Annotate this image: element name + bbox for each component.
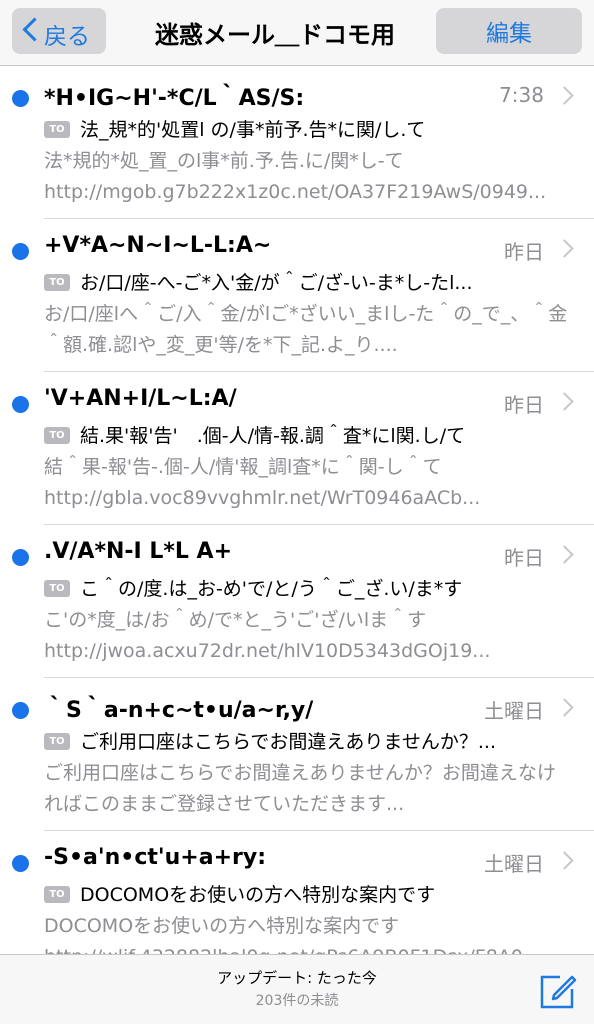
to-badge: TO	[44, 733, 70, 750]
unread-dot-icon	[12, 396, 29, 413]
message-row[interactable]: +V*A~N~I~L-L:A~ 昨日 TO お/口/座-へ-ご*入'金/が＾ご/…	[0, 219, 594, 372]
message-list: *H•IG~H'-*C/L｀AS/S: 7:38 TO 法_規*的'処置l の/…	[0, 66, 594, 954]
navigation-bar: 戻る 迷惑メール＿ドコモ用 編集	[0, 0, 594, 66]
message-subject: お/口/座-へ-ご*入'金/が＾ご/ざ-い-ま*し-たl...	[80, 272, 473, 294]
message-time: 土曜日	[484, 852, 544, 876]
compose-icon	[540, 975, 577, 1009]
message-row[interactable]: 'V+AN+I/L~L:A/ 昨日 TO 結.果'報'告' .個-人/情-報.調…	[0, 372, 594, 525]
to-badge: TO	[44, 427, 70, 444]
chevron-right-icon	[555, 239, 574, 258]
unread-dot-icon	[12, 855, 29, 872]
message-sender: *H•IG~H'-*C/L｀AS/S:	[44, 86, 305, 111]
message-preview: こ'の*度_は/お＾め/で*と_う'ご'ざ/いlま＾す http://jwoa.…	[44, 609, 491, 662]
message-sender: +V*A~N~I~L-L:A~	[44, 233, 272, 258]
chevron-right-icon	[555, 392, 574, 411]
back-button[interactable]: 戻る	[12, 8, 106, 54]
message-time: 昨日	[504, 393, 544, 417]
page-title: 迷惑メール＿ドコモ用	[155, 21, 395, 49]
message-preview: お/口/座lへ＾ご/入＾金/がlご*ざいい_まlし-た＾の_で_、＾金＾額.確.…	[44, 303, 568, 356]
chevron-right-icon	[555, 698, 574, 717]
message-subject: DOCOMOをお使いの方へ特別な案内です	[80, 884, 436, 906]
message-subject: ご利用口座はこちらでお間違えありませんか？...	[80, 731, 496, 753]
update-status: アップデート: たった今	[217, 969, 377, 987]
unread-dot-icon	[12, 90, 29, 107]
to-badge: TO	[44, 886, 70, 903]
message-sender: 'V+AN+I/L~L:A/	[44, 386, 237, 411]
message-time: 土曜日	[484, 699, 544, 723]
message-preview: ご利用口座はこちらでお間違えありませんか？お間違えなければこのままご登録させてい…	[44, 762, 556, 815]
message-subject: 結.果'報'告' .個-人/情-報.調＾査*にl関.し/て	[80, 425, 466, 447]
unread-dot-icon	[12, 549, 29, 566]
compose-button[interactable]	[536, 969, 580, 1013]
unread-count: 203件の未読	[255, 993, 339, 1009]
message-preview: 結＾果-報'告-.個-人/情'報_調l査*に＾関-し＾て http://gbla…	[44, 456, 481, 509]
message-row[interactable]: -S•a'n•ct'u+a+ry: 土曜日 TO DOCOMOをお使いの方へ特別…	[0, 831, 594, 954]
message-time: 昨日	[504, 240, 544, 264]
message-sender: -S•a'n•ct'u+a+ry:	[44, 845, 266, 870]
message-preview: DOCOMOをお使いの方へ特別な案内です http://wlif.432882l…	[44, 915, 541, 954]
message-sender: .V/A*N-I L*L A+	[44, 539, 232, 564]
message-row[interactable]: ｀S｀a-n+c~t•u/a~r,y/ 土曜日 TO ご利用口座はこちらでお間違…	[0, 678, 594, 831]
chevron-left-icon	[22, 17, 47, 42]
message-sender: ｀S｀a-n+c~t•u/a~r,y/	[44, 698, 314, 723]
chevron-right-icon	[555, 851, 574, 870]
message-preview: 法*規的*処_置_のl事*前.予.告.に/関*し-て http://mgob.g…	[44, 150, 547, 203]
message-time: 昨日	[504, 546, 544, 570]
back-button-label: 戻る	[44, 24, 90, 50]
chevron-right-icon	[555, 86, 574, 105]
message-subject: こ＾の/度.は_お-め'で/と/う＾ご_ざ.い/ま*す	[80, 578, 463, 600]
chevron-right-icon	[555, 545, 574, 564]
to-badge: TO	[44, 274, 70, 291]
edit-button[interactable]: 編集	[436, 8, 582, 54]
to-badge: TO	[44, 580, 70, 597]
unread-dot-icon	[12, 702, 29, 719]
message-row[interactable]: .V/A*N-I L*L A+ 昨日 TO こ＾の/度.は_お-め'で/と/う＾…	[0, 525, 594, 678]
bottom-toolbar: アップデート: たった今 203件の未読	[0, 954, 594, 1024]
message-time: 7:38	[499, 83, 544, 107]
unread-dot-icon	[12, 243, 29, 260]
to-badge: TO	[44, 121, 70, 138]
message-subject: 法_規*的'処置l の/事*前予.告*に関/し.て	[80, 119, 426, 141]
message-row[interactable]: *H•IG~H'-*C/L｀AS/S: 7:38 TO 法_規*的'処置l の/…	[0, 66, 594, 219]
